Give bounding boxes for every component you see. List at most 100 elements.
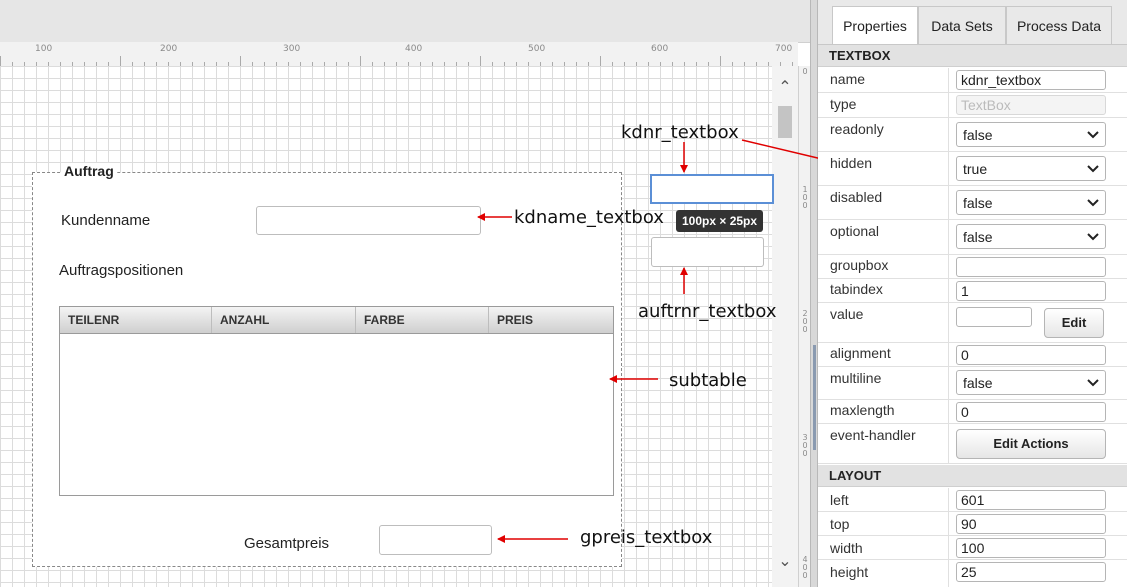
prop-row-left: left 601	[818, 488, 1127, 512]
prop-label-tabindex: tabindex	[830, 281, 883, 297]
prop-label-width: width	[830, 540, 863, 556]
prop-label-top: top	[830, 516, 850, 532]
ruler-h-tick	[480, 56, 481, 66]
prop-label-readonly: readonly	[830, 121, 884, 137]
prop-value-input[interactable]	[956, 307, 1032, 327]
prop-row-disabled: disabled false	[818, 186, 1127, 220]
gpreis-textbox[interactable]	[379, 525, 492, 555]
prop-row-type: type TextBox	[818, 93, 1127, 118]
panel-splitter[interactable]	[810, 0, 818, 587]
kundenname-label: Kundenname	[61, 212, 151, 229]
prop-label-groupbox: groupbox	[830, 257, 889, 273]
scroll-thumb[interactable]	[778, 106, 792, 138]
prop-left-input[interactable]: 601	[956, 490, 1106, 510]
select-value: true	[963, 161, 988, 177]
tab-data-sets[interactable]: Data Sets	[918, 6, 1006, 44]
prop-label-value: value	[830, 306, 864, 322]
panel-tabs: Properties Data Sets Process Data	[818, 0, 1127, 45]
prop-row-alignment: alignment 0	[818, 343, 1127, 367]
ruler-h-tick	[360, 56, 361, 66]
prop-type-input: TextBox	[956, 95, 1106, 115]
auftrnr-textbox[interactable]	[651, 237, 764, 267]
ruler-h-tick-label: 100	[35, 44, 53, 54]
prop-label-alignment: alignment	[830, 345, 891, 361]
annotation-subtable: subtable	[669, 370, 747, 391]
prop-label-event-handler: event-handler	[830, 427, 916, 443]
prop-alignment-input[interactable]: 0	[956, 345, 1106, 365]
auftragspositionen-label: Auftragspositionen	[59, 262, 184, 279]
prop-width-input[interactable]: 100	[956, 538, 1106, 558]
annotation-auftrnr: auftrnr_textbox	[638, 301, 777, 322]
chevron-down-icon	[1087, 131, 1099, 139]
select-value: false	[963, 127, 993, 143]
designer-toolbar	[0, 0, 810, 43]
select-value: false	[963, 229, 993, 245]
ruler-v-tick-label: 100	[802, 185, 808, 210]
tab-properties[interactable]: Properties	[832, 6, 918, 44]
prop-label-height: height	[830, 564, 869, 580]
subtable[interactable]: TEILENR ANZAHL FARBE PREIS	[59, 306, 614, 496]
prop-label-optional: optional	[830, 223, 880, 239]
prop-multiline-select[interactable]: false	[956, 370, 1106, 395]
prop-tabindex-input[interactable]: 1	[956, 281, 1106, 301]
prop-disabled-select[interactable]: false	[956, 190, 1106, 215]
scroll-up-icon[interactable]: ⌃	[777, 80, 793, 96]
ruler-h-tick-label: 600	[651, 44, 669, 54]
prop-row-optional: optional false	[818, 220, 1127, 255]
ruler-v-tick-label: 400	[802, 555, 808, 580]
groupbox-title: Auftrag	[62, 163, 116, 179]
prop-label-hidden: hidden	[830, 155, 873, 171]
section-textbox: TEXTBOX	[818, 45, 1127, 67]
prop-row-width: width 100	[818, 536, 1127, 560]
prop-row-height: height 25	[818, 560, 1127, 587]
prop-row-readonly: readonly false	[818, 118, 1127, 152]
prop-maxlength-input[interactable]: 0	[956, 402, 1106, 422]
column-header-teilenr[interactable]: TEILENR	[60, 307, 212, 333]
ruler-h-tick	[600, 56, 601, 66]
ruler-h-tick-label: 500	[528, 44, 546, 54]
column-header-farbe[interactable]: FARBE	[356, 307, 489, 333]
prop-height-input[interactable]: 25	[956, 562, 1106, 582]
canvas-vertical-scrollbar[interactable]: ⌃ ⌄	[772, 66, 798, 587]
annotation-kdname: kdname_textbox	[514, 207, 664, 228]
ruler-v-tick-label: 0	[802, 67, 808, 76]
properties-panel: Properties Data Sets Process Data TEXTBO…	[818, 0, 1127, 587]
prop-optional-select[interactable]: false	[956, 224, 1106, 249]
column-header-preis[interactable]: PREIS	[489, 307, 613, 333]
prop-readonly-select[interactable]: false	[956, 122, 1106, 147]
annotation-kdnr: kdnr_textbox	[621, 122, 739, 143]
chevron-down-icon	[1087, 165, 1099, 173]
prop-hidden-select[interactable]: true	[956, 156, 1106, 181]
column-header-anzahl[interactable]: ANZAHL	[212, 307, 356, 333]
horizontal-ruler: 100 200 300 400 500 600 700	[0, 42, 798, 67]
size-tooltip: 100px × 25px	[676, 210, 764, 232]
prop-label-type: type	[830, 96, 857, 112]
annotation-gpreis: gpreis_textbox	[580, 527, 713, 548]
prop-label-multiline: multiline	[830, 370, 882, 386]
ruler-h-tick	[120, 56, 121, 66]
subtable-header: TEILENR ANZAHL FARBE PREIS	[60, 307, 613, 334]
prop-top-input[interactable]: 90	[956, 514, 1106, 534]
prop-name-input[interactable]: kdnr_textbox	[956, 70, 1106, 90]
prop-row-tabindex: tabindex 1	[818, 279, 1127, 303]
gesamtpreis-label: Gesamtpreis	[244, 535, 330, 552]
select-value: false	[963, 375, 993, 391]
ruler-v-tick-label: 200	[802, 309, 808, 334]
kdname-textbox[interactable]	[256, 206, 481, 235]
kdnr-textbox-selected[interactable]	[650, 174, 774, 204]
prop-label-left: left	[830, 492, 849, 508]
prop-row-name: name kdnr_textbox	[818, 68, 1127, 93]
prop-row-event-handler: event-handler Edit Actions	[818, 424, 1127, 464]
scroll-down-icon[interactable]: ⌄	[777, 554, 793, 570]
prop-groupbox-input[interactable]	[956, 257, 1106, 277]
tab-process-data[interactable]: Process Data	[1006, 6, 1112, 44]
ruler-h-tick-label: 300	[283, 44, 301, 54]
edit-actions-button[interactable]: Edit Actions	[956, 429, 1106, 459]
ruler-h-tick	[720, 56, 721, 66]
select-value: false	[963, 195, 993, 211]
ruler-h-tick-label: 200	[160, 44, 178, 54]
ruler-h-tick	[0, 56, 1, 66]
chevron-down-icon	[1087, 199, 1099, 207]
edit-value-button[interactable]: Edit	[1044, 308, 1104, 338]
splitter-handle[interactable]	[813, 345, 816, 450]
